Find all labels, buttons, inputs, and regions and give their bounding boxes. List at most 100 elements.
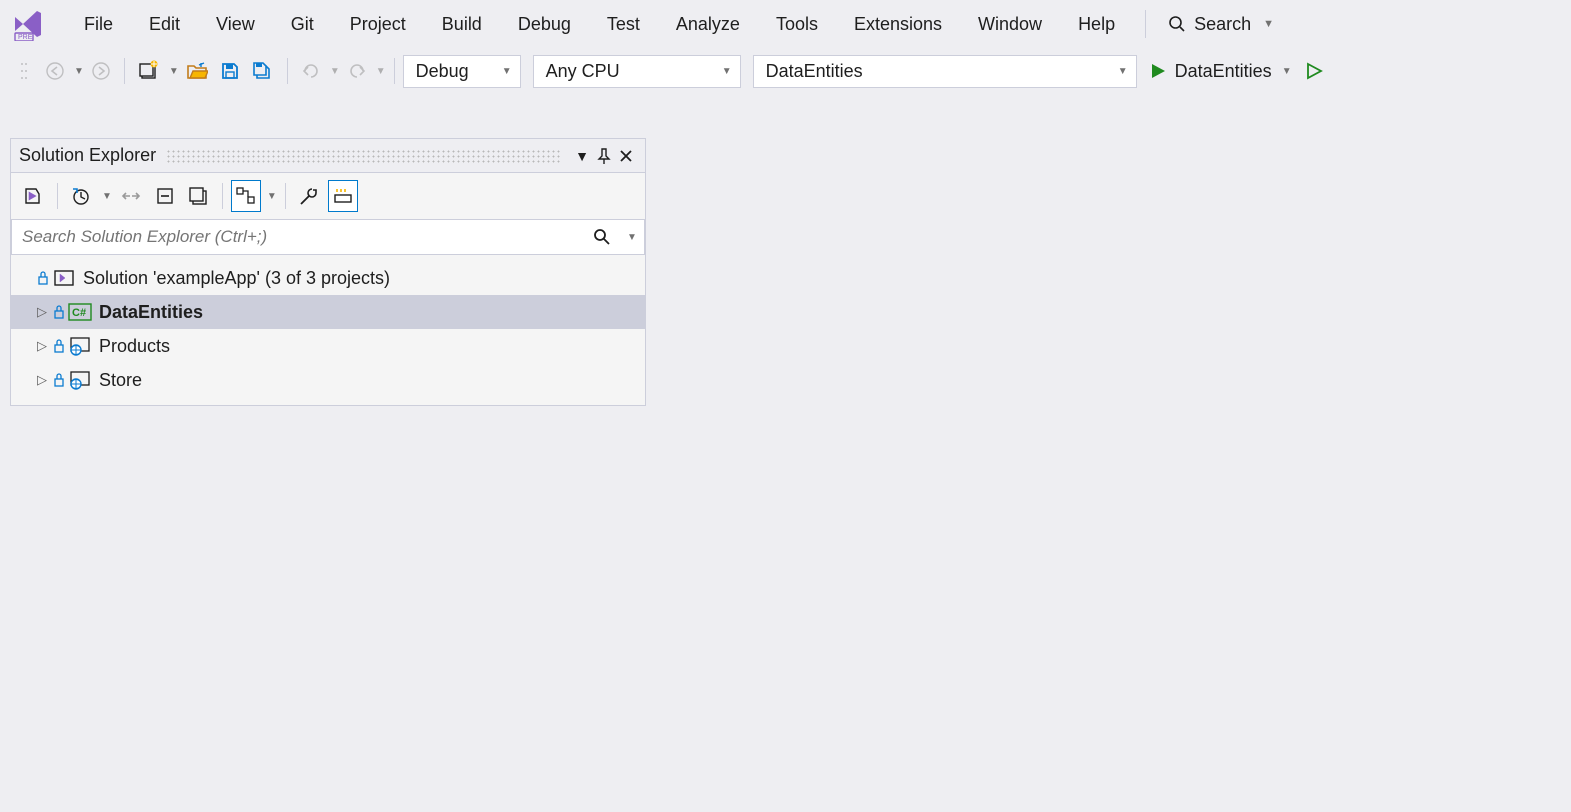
lock-icon — [35, 271, 51, 285]
chevron-down-icon: ▼ — [1263, 18, 1274, 30]
nav-forward-button[interactable] — [86, 56, 116, 86]
project-node-dataentities[interactable]: ▷ C# DataEntities — [11, 295, 645, 329]
expand-arrow-icon[interactable]: ▷ — [33, 372, 51, 388]
menu-help[interactable]: Help — [1060, 6, 1133, 43]
svg-text:C#: C# — [72, 307, 86, 319]
menu-file[interactable]: File — [66, 6, 131, 43]
project-label: Store — [93, 370, 142, 391]
start-without-debug-button[interactable] — [1300, 56, 1328, 86]
chevron-down-icon[interactable]: ▼ — [169, 66, 179, 77]
chevron-down-icon: ▼ — [502, 66, 512, 77]
chevron-down-icon[interactable]: ▼ — [267, 191, 277, 202]
toolbar-separator — [394, 58, 395, 84]
toolbar-separator — [222, 183, 223, 209]
project-label: Products — [93, 336, 170, 357]
menu-git[interactable]: Git — [273, 6, 332, 43]
lock-icon — [51, 305, 67, 319]
menu-build[interactable]: Build — [424, 6, 500, 43]
menu-edit[interactable]: Edit — [131, 6, 198, 43]
window-position-button[interactable]: ▼ — [571, 145, 593, 167]
startup-project-value: DataEntities — [766, 61, 863, 82]
sync-button[interactable] — [116, 180, 146, 212]
solution-search-input[interactable] — [12, 227, 584, 247]
search-button[interactable] — [584, 228, 620, 246]
menu-extensions[interactable]: Extensions — [836, 6, 960, 43]
vs-logo-icon: PRE — [10, 6, 46, 42]
menu-bar: PRE File Edit View Git Project Build Deb… — [0, 0, 1571, 48]
menu-tools[interactable]: Tools — [758, 6, 836, 43]
run-label: DataEntities — [1175, 61, 1272, 82]
home-button[interactable] — [19, 180, 49, 212]
search-menu[interactable]: Search ▼ — [1158, 10, 1284, 39]
close-button[interactable] — [615, 145, 637, 167]
expand-arrow-icon[interactable]: ▷ — [33, 304, 51, 320]
track-active-button[interactable] — [231, 180, 261, 212]
search-icon — [593, 228, 611, 246]
solution-label: Solution 'exampleApp' (3 of 3 projects) — [77, 268, 390, 289]
properties-button[interactable] — [294, 180, 324, 212]
undo-button[interactable] — [296, 56, 326, 86]
open-file-button[interactable] — [181, 56, 213, 86]
menu-window[interactable]: Window — [960, 6, 1060, 43]
toolbar-separator — [285, 183, 286, 209]
chevron-down-icon[interactable]: ▼ — [376, 66, 386, 77]
project-node-store[interactable]: ▷ Store — [11, 363, 645, 397]
expand-arrow-icon[interactable]: ▷ — [33, 338, 51, 354]
chevron-down-icon: ▼ — [722, 66, 732, 77]
play-outline-icon — [1305, 62, 1323, 80]
solution-explorer-toolbar: ▼ ▼ — [11, 173, 645, 219]
web-project-icon — [67, 370, 93, 390]
chevron-down-icon[interactable]: ▼ — [74, 66, 84, 77]
menu-debug[interactable]: Debug — [500, 6, 589, 43]
panel-header: Solution Explorer ▼ — [11, 139, 645, 173]
startup-project-dropdown[interactable]: DataEntities ▼ — [753, 55, 1137, 88]
collapse-all-button[interactable] — [150, 180, 180, 212]
save-all-button[interactable] — [247, 56, 279, 86]
chevron-down-icon[interactable]: ▼ — [102, 191, 112, 202]
svg-text:PRE: PRE — [18, 34, 33, 41]
menu-project[interactable]: Project — [332, 6, 424, 43]
main-toolbar: ▼ ▼ ▼ ▼ Debug ▼ Any CPU ▼ DataEntities ▼… — [0, 48, 1571, 94]
new-project-button[interactable] — [133, 56, 165, 86]
configuration-dropdown[interactable]: Debug ▼ — [403, 55, 521, 88]
menu-test[interactable]: Test — [589, 6, 658, 43]
chevron-down-icon: ▼ — [1282, 66, 1292, 77]
close-icon — [619, 149, 633, 163]
pending-changes-filter-button[interactable] — [66, 180, 96, 212]
toolbar-separator — [287, 58, 288, 84]
project-label: DataEntities — [93, 302, 203, 323]
save-button[interactable] — [215, 56, 245, 86]
solution-node[interactable]: Solution 'exampleApp' (3 of 3 projects) — [11, 261, 645, 295]
menu-view[interactable]: View — [198, 6, 273, 43]
csharp-project-icon: C# — [67, 303, 93, 321]
nav-back-button[interactable] — [40, 56, 70, 86]
pin-icon — [597, 148, 611, 164]
solution-tree: Solution 'exampleApp' (3 of 3 projects) … — [11, 257, 645, 405]
solution-search-row: ▼ — [11, 219, 645, 255]
search-icon — [1168, 15, 1186, 33]
show-all-files-button[interactable] — [184, 180, 214, 212]
chevron-down-icon[interactable]: ▼ — [330, 66, 340, 77]
pin-button[interactable] — [593, 145, 615, 167]
web-project-icon — [67, 336, 93, 356]
lock-icon — [51, 339, 67, 353]
toolbar-separator — [124, 58, 125, 84]
panel-drag-handle[interactable] — [166, 149, 561, 163]
play-icon — [1149, 62, 1167, 80]
platform-value: Any CPU — [546, 61, 620, 82]
preview-button[interactable] — [328, 180, 358, 212]
menu-analyze[interactable]: Analyze — [658, 6, 758, 43]
search-label: Search — [1194, 14, 1251, 35]
chevron-down-icon: ▼ — [1118, 66, 1128, 77]
toolbar-separator — [57, 183, 58, 209]
platform-dropdown[interactable]: Any CPU ▼ — [533, 55, 741, 88]
solution-explorer-panel: Solution Explorer ▼ ▼ ▼ ▼ S — [10, 138, 646, 406]
project-node-products[interactable]: ▷ Products — [11, 329, 645, 363]
solution-icon — [51, 269, 77, 287]
configuration-value: Debug — [416, 61, 469, 82]
redo-button[interactable] — [342, 56, 372, 86]
lock-icon — [51, 373, 67, 387]
search-options-button[interactable]: ▼ — [620, 232, 644, 243]
grab-handle-icon — [10, 56, 38, 86]
start-debug-button[interactable]: DataEntities ▼ — [1149, 61, 1292, 82]
